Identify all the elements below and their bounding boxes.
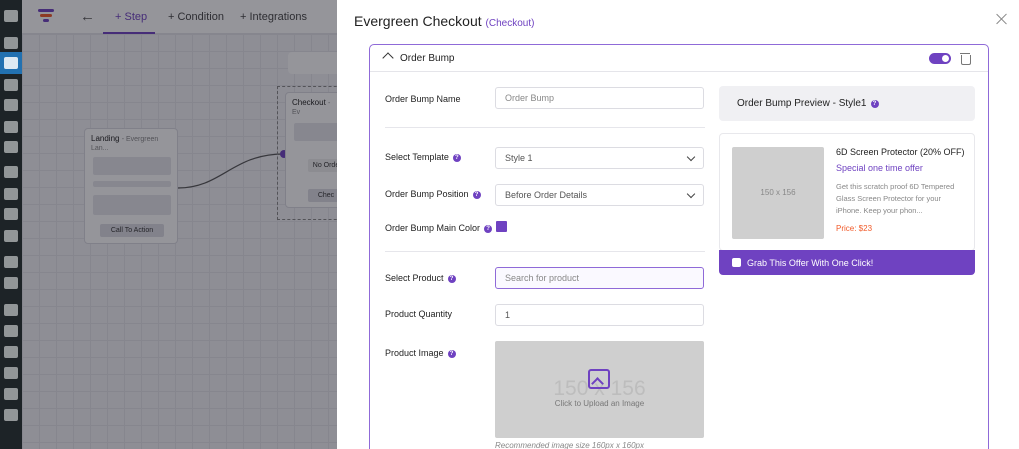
select-template-label: Select Template? <box>385 152 461 162</box>
preview-header: Order Bump Preview - Style1? <box>719 86 975 121</box>
image-recommendation: Recommended image size 160px x 160px <box>495 441 644 449</box>
quantity-input[interactable]: 1 <box>495 304 704 326</box>
preview-special-offer: Special one time offer <box>836 163 923 173</box>
divider <box>385 251 705 252</box>
product-image-label-text: Product Image <box>385 348 444 358</box>
preview-offer-bar[interactable]: Grab This Offer With One Click! <box>719 250 975 275</box>
drawer-header: Evergreen Checkout (Checkout) <box>337 0 1019 42</box>
order-bump-panel: Order Bump Order Bump Name Order Bump Se… <box>369 44 989 449</box>
close-icon[interactable] <box>995 12 1009 26</box>
product-quantity-label-text: Product Quantity <box>385 309 453 319</box>
select-product-label-text: Select Product <box>385 273 444 283</box>
image-upload-area[interactable]: 150 x 156 Click to Upload an Image <box>495 341 704 438</box>
order-bump-title: Order Bump <box>400 53 455 64</box>
woo-icon[interactable] <box>4 166 18 178</box>
order-bump-position-label-text: Order Bump Position <box>385 189 469 199</box>
order-bump-name-input[interactable]: Order Bump <box>495 87 704 109</box>
settings-icon[interactable] <box>4 388 18 400</box>
pin-icon[interactable] <box>4 37 18 49</box>
preview-product-image: 150 x 156 <box>732 147 824 239</box>
chevron-down-icon <box>686 189 696 199</box>
drawer-subtitle: (Checkout) <box>485 18 535 29</box>
order-bump-position-label: Order Bump Position? <box>385 189 481 199</box>
checkout-drawer: Evergreen Checkout (Checkout) Order Bump… <box>337 0 1019 449</box>
drawer-title: Evergreen Checkout (Checkout) <box>354 13 534 29</box>
preview-title: Order Bump Preview - Style1? <box>737 98 879 109</box>
help-icon[interactable]: ? <box>472 191 481 199</box>
help-icon[interactable]: ? <box>452 154 461 162</box>
products-icon[interactable] <box>4 188 18 200</box>
help-icon[interactable]: ? <box>447 275 456 283</box>
product-search-input[interactable]: Search for product <box>495 267 704 289</box>
product-image-label: Product Image? <box>385 348 456 358</box>
funnel-canvas: ← + Step + Condition + Integrations Land… <box>22 0 359 449</box>
plugins-icon[interactable] <box>4 325 18 337</box>
template-select-value: Style 1 <box>505 153 533 163</box>
pages-icon[interactable] <box>4 99 18 111</box>
cart-icon[interactable] <box>4 121 18 133</box>
funnel-icon[interactable] <box>4 57 18 69</box>
drawer-title-text: Evergreen Checkout <box>354 13 482 29</box>
comments-icon[interactable] <box>4 141 18 153</box>
order-bump-panel-header[interactable]: Order Bump <box>370 45 988 72</box>
dashboard-icon[interactable] <box>4 10 18 22</box>
help-icon[interactable]: ? <box>870 100 879 108</box>
image-upload-icon <box>588 369 610 389</box>
offer-checkbox[interactable] <box>732 258 741 267</box>
order-bump-name-label-text: Order Bump Name <box>385 94 461 104</box>
user-icon[interactable] <box>4 346 18 358</box>
preview-product-name: 6D Screen Protector (20% OFF) <box>836 147 965 157</box>
select-product-label: Select Product? <box>385 273 456 283</box>
appearance-icon[interactable] <box>4 304 18 316</box>
position-select-value: Before Order Details <box>505 190 588 200</box>
tools-icon[interactable] <box>4 367 18 379</box>
preview-title-text: Order Bump Preview - Style1 <box>737 98 867 109</box>
order-bump-name-label: Order Bump Name <box>385 94 461 104</box>
preview-price: Price: $23 <box>836 224 873 233</box>
elementor-icon[interactable] <box>4 256 18 268</box>
collapse-icon[interactable] <box>4 409 18 421</box>
template-select[interactable]: Style 1 <box>495 147 704 169</box>
offer-label: Grab This Offer With One Click! <box>747 258 874 268</box>
divider <box>385 127 705 128</box>
upload-caption: Click to Upload an Image <box>554 399 645 408</box>
help-icon[interactable]: ? <box>447 350 456 358</box>
product-quantity-label: Product Quantity <box>385 309 452 319</box>
help-icon[interactable]: ? <box>484 225 493 233</box>
preview-description: Get this scratch proof 6D Tempered Glass… <box>836 182 955 215</box>
position-select[interactable]: Before Order Details <box>495 184 704 206</box>
order-bump-enable-toggle[interactable] <box>929 53 951 64</box>
users-icon[interactable] <box>4 79 18 91</box>
wp-admin-sidebar <box>0 0 22 449</box>
trash-icon[interactable] <box>960 52 971 65</box>
select-template-label-text: Select Template <box>385 152 449 162</box>
folder-icon[interactable] <box>4 277 18 289</box>
modal-overlay[interactable] <box>22 0 359 449</box>
main-color-swatch[interactable] <box>496 221 507 232</box>
marketing-icon[interactable] <box>4 230 18 242</box>
main-color-label: Order Bump Main Color? <box>385 223 493 233</box>
main-color-label-text: Order Bump Main Color <box>385 223 481 233</box>
preview-card: 150 x 156 6D Screen Protector (20% OFF) … <box>719 133 975 251</box>
chevron-up-icon[interactable] <box>382 52 394 64</box>
analytics-icon[interactable] <box>4 208 18 220</box>
chevron-down-icon <box>686 152 696 162</box>
